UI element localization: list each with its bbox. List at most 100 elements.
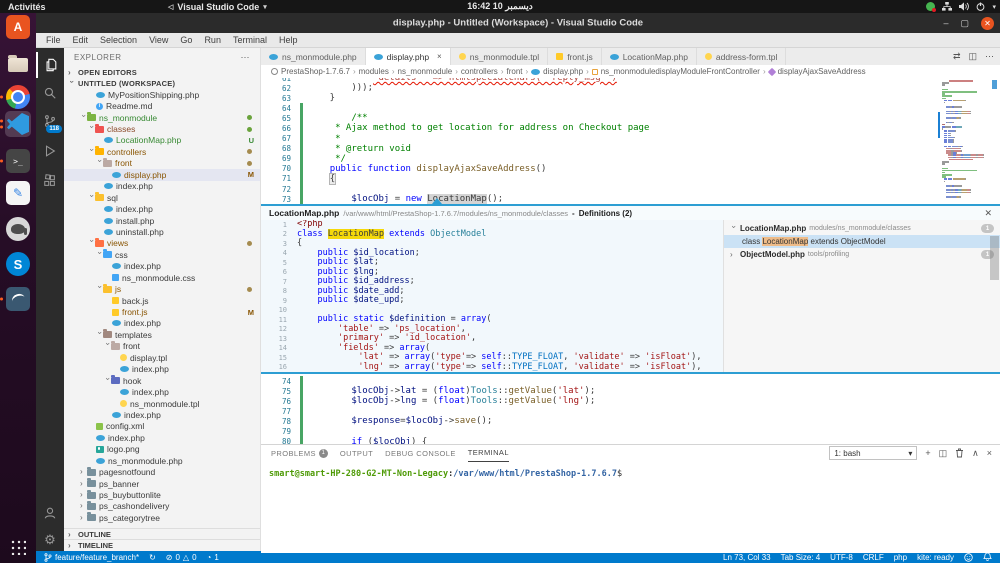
section-timeline[interactable]: › TIMELINE — [64, 539, 260, 551]
clock[interactable]: 16:42 ديسمبر 10 — [467, 1, 532, 12]
peek-code-editor[interactable]: 1 <?php 2 class LocationMap extends ObjectM… — [261, 220, 723, 372]
tree-item-display.tpl[interactable]: display.tpl — [64, 352, 260, 363]
tree-item-hook[interactable]: › hook — [64, 375, 260, 386]
tree-item-index.php[interactable]: index.php — [64, 318, 260, 329]
code-line-76[interactable]: 76 $locObj->lng = (float)Tools::getValue… — [261, 396, 1000, 407]
dock-ubuntu-software[interactable]: A — [5, 14, 31, 40]
breadcrumb-item[interactable]: modules — [359, 67, 389, 76]
peek-header[interactable]: LocationMap.php /var/www/html/PrestaShop… — [261, 206, 1000, 220]
kill-terminal-icon[interactable] — [955, 448, 964, 458]
code-line-2[interactable]: 2 class LocationMap extends ObjectModel — [261, 228, 723, 240]
window-titlebar[interactable]: display.php - Untitled (Workspace) - Vis… — [36, 13, 1000, 33]
app-indicator-green-icon[interactable] — [926, 2, 937, 12]
code-line-78[interactable]: 78 $response=$locObj->save(); — [261, 416, 1000, 427]
code-line-74[interactable]: 74 — [261, 376, 1000, 387]
code-line-65[interactable]: 65 /** — [261, 113, 1000, 124]
tree-item-ns_monmodule[interactable]: › ns_monmodule — [64, 112, 260, 123]
show-applications-button[interactable] — [9, 538, 26, 555]
tree-item-pagesnotfound[interactable]: › pagesnotfound — [64, 466, 260, 477]
info-indicator[interactable]: ◔ 1 — [207, 553, 219, 562]
code-line-16[interactable]: 16 'lng' => array('type'=> self::TYPE_FL… — [261, 362, 723, 373]
tree-item-ps_buybuttonlite[interactable]: › ps_buybuttonlite — [64, 489, 260, 500]
breadcrumb-item[interactable]: PrestaShop-1.7.6.7 — [281, 67, 350, 76]
breadcrumb[interactable]: PrestaShop-1.7.6.7 › modules › ns_monmodule ›… — [261, 65, 1000, 78]
code-editor-bottom[interactable]: 74 75 $locObj->lat = (float)Tools::getVal… — [261, 374, 1000, 444]
code-line-70[interactable]: 70 public function displayAjaxSaveAddres… — [261, 163, 1000, 174]
breadcrumb-item[interactable]: ns_monmoduledisplayModuleFrontController — [601, 67, 760, 76]
tree-item-front[interactable]: › front — [64, 157, 260, 169]
tab-ns_monmodule.php[interactable]: ns_monmodule.php — [261, 48, 366, 65]
code-line-9[interactable]: 9 public $date_upd; — [261, 295, 723, 306]
close-panel-icon[interactable]: × — [987, 448, 992, 458]
breadcrumb-item[interactable]: ns_monmodule — [398, 67, 453, 76]
tab-display.php[interactable]: display.php × — [365, 48, 451, 65]
run-debug-icon[interactable] — [36, 138, 64, 164]
panel-tab-problems[interactable]: PROBLEMS 1 — [271, 445, 328, 461]
tree-item-config.xml[interactable]: config.xml — [64, 421, 260, 432]
section-open-editors[interactable]: › OPEN EDITORS — [64, 67, 260, 78]
explorer-icon[interactable] — [36, 52, 64, 78]
tree-item-controllers[interactable]: › controllers — [64, 146, 260, 157]
tree-item-uninstall.php[interactable]: uninstall.php — [64, 226, 260, 237]
close-icon[interactable]: × — [437, 52, 442, 61]
tree-item-logo.png[interactable]: logo.png — [64, 444, 260, 455]
tree-item-front[interactable]: › front — [64, 340, 260, 352]
tree-item-index.php[interactable]: index.php — [64, 432, 260, 443]
activities-button[interactable]: Activités — [8, 2, 46, 12]
tree-item-ps_banner[interactable]: › ps_banner — [64, 478, 260, 489]
peek-result-file[interactable]: › LocationMap.php modules/ns_monmodule/cla… — [724, 222, 1000, 235]
more-actions-icon[interactable]: ⋯ — [241, 52, 251, 63]
code-line-75[interactable]: 75 $locObj->lat = (float)Tools::getValue… — [261, 386, 1000, 397]
breadcrumb-item[interactable]: display.php — [543, 67, 583, 76]
account-icon[interactable] — [36, 500, 64, 526]
code-line-73[interactable]: 73 $locObj = new LocationMap(); — [261, 194, 1000, 204]
code-editor-top[interactable]: 61 'details' => htmlspecialchars( 'reply… — [261, 78, 1000, 204]
code-line-66[interactable]: 66 * Ajax method to get location for add… — [261, 123, 1000, 134]
settings-gear-icon[interactable]: ⚙ — [36, 526, 64, 552]
dock-chrome[interactable] — [0, 84, 31, 110]
tree-item-index.php[interactable]: index.php — [64, 203, 260, 214]
split-editor-icon[interactable]: ◫ — [968, 51, 977, 62]
tree-item-index.php[interactable]: index.php — [64, 181, 260, 192]
problems-indicator[interactable]: ⊘ 0 △ 0 — [166, 553, 197, 562]
tab-front.js[interactable]: front.js — [548, 48, 602, 65]
maximize-button[interactable]: ▢ — [960, 18, 969, 29]
search-icon[interactable] — [36, 80, 64, 106]
code-line-69[interactable]: 69 */ — [261, 153, 1000, 164]
new-terminal-icon[interactable]: + — [925, 448, 930, 458]
dock-text-editor[interactable]: ✎ — [5, 180, 31, 206]
source-control-icon[interactable]: 118 — [36, 108, 64, 134]
feedback-smiley-icon[interactable] — [964, 552, 973, 562]
close-icon[interactable]: ✕ — [984, 208, 992, 219]
peek-result-file[interactable]: › ObjectModel.php tools/profiling 1 — [724, 248, 1000, 261]
git-branch-indicator[interactable]: feature/feature_branch* — [44, 553, 139, 562]
shell-select[interactable]: 1: bash ▾ — [829, 446, 918, 460]
section-workspace[interactable]: › UNTITLED (WORKSPACE) — [64, 78, 260, 89]
power-icon[interactable] — [976, 2, 985, 11]
tree-item-display.php[interactable]: display.php M — [64, 169, 260, 181]
tree-item-ns_monmodule.css[interactable]: ns_monmodule.css — [64, 272, 260, 283]
system-tray[interactable]: ▾ — [926, 2, 996, 12]
tree-item-views[interactable]: › views — [64, 237, 260, 249]
dock-terminal[interactable]: >_ — [0, 148, 31, 174]
minimize-button[interactable]: – — [943, 18, 948, 28]
menu-file[interactable]: File — [40, 35, 67, 45]
dock-files[interactable] — [5, 52, 31, 78]
tree-item-LocationMap.php[interactable]: LocationMap.php U — [64, 135, 260, 146]
notifications-bell-icon[interactable] — [983, 552, 992, 562]
panel-tab-terminal[interactable]: TERMINAL — [467, 445, 509, 462]
tree-item-sql[interactable]: › sql — [64, 192, 260, 203]
more-actions-icon[interactable]: ⋯ — [985, 51, 994, 62]
tab-size-indicator[interactable]: Tab Size: 4 — [781, 553, 821, 562]
split-terminal-icon[interactable]: ◫ — [939, 448, 948, 458]
tree-item-ps_cashondelivery[interactable]: › ps_cashondelivery — [64, 500, 260, 512]
panel-tab-output[interactable]: OUTPUT — [340, 445, 373, 461]
menu-help[interactable]: Help — [273, 35, 304, 45]
tree-item-ns_monmodule.php[interactable]: ns_monmodule.php — [64, 455, 260, 466]
breadcrumb-item[interactable]: displayAjaxSaveAddress — [778, 67, 866, 76]
code-line-77[interactable]: 77 — [261, 406, 1000, 417]
scrollbar-thumb[interactable] — [990, 236, 999, 280]
tree-item-ns_monmodule.tpl[interactable]: ns_monmodule.tpl — [64, 398, 260, 409]
network-icon[interactable] — [942, 2, 953, 11]
menu-view[interactable]: View — [143, 35, 174, 45]
